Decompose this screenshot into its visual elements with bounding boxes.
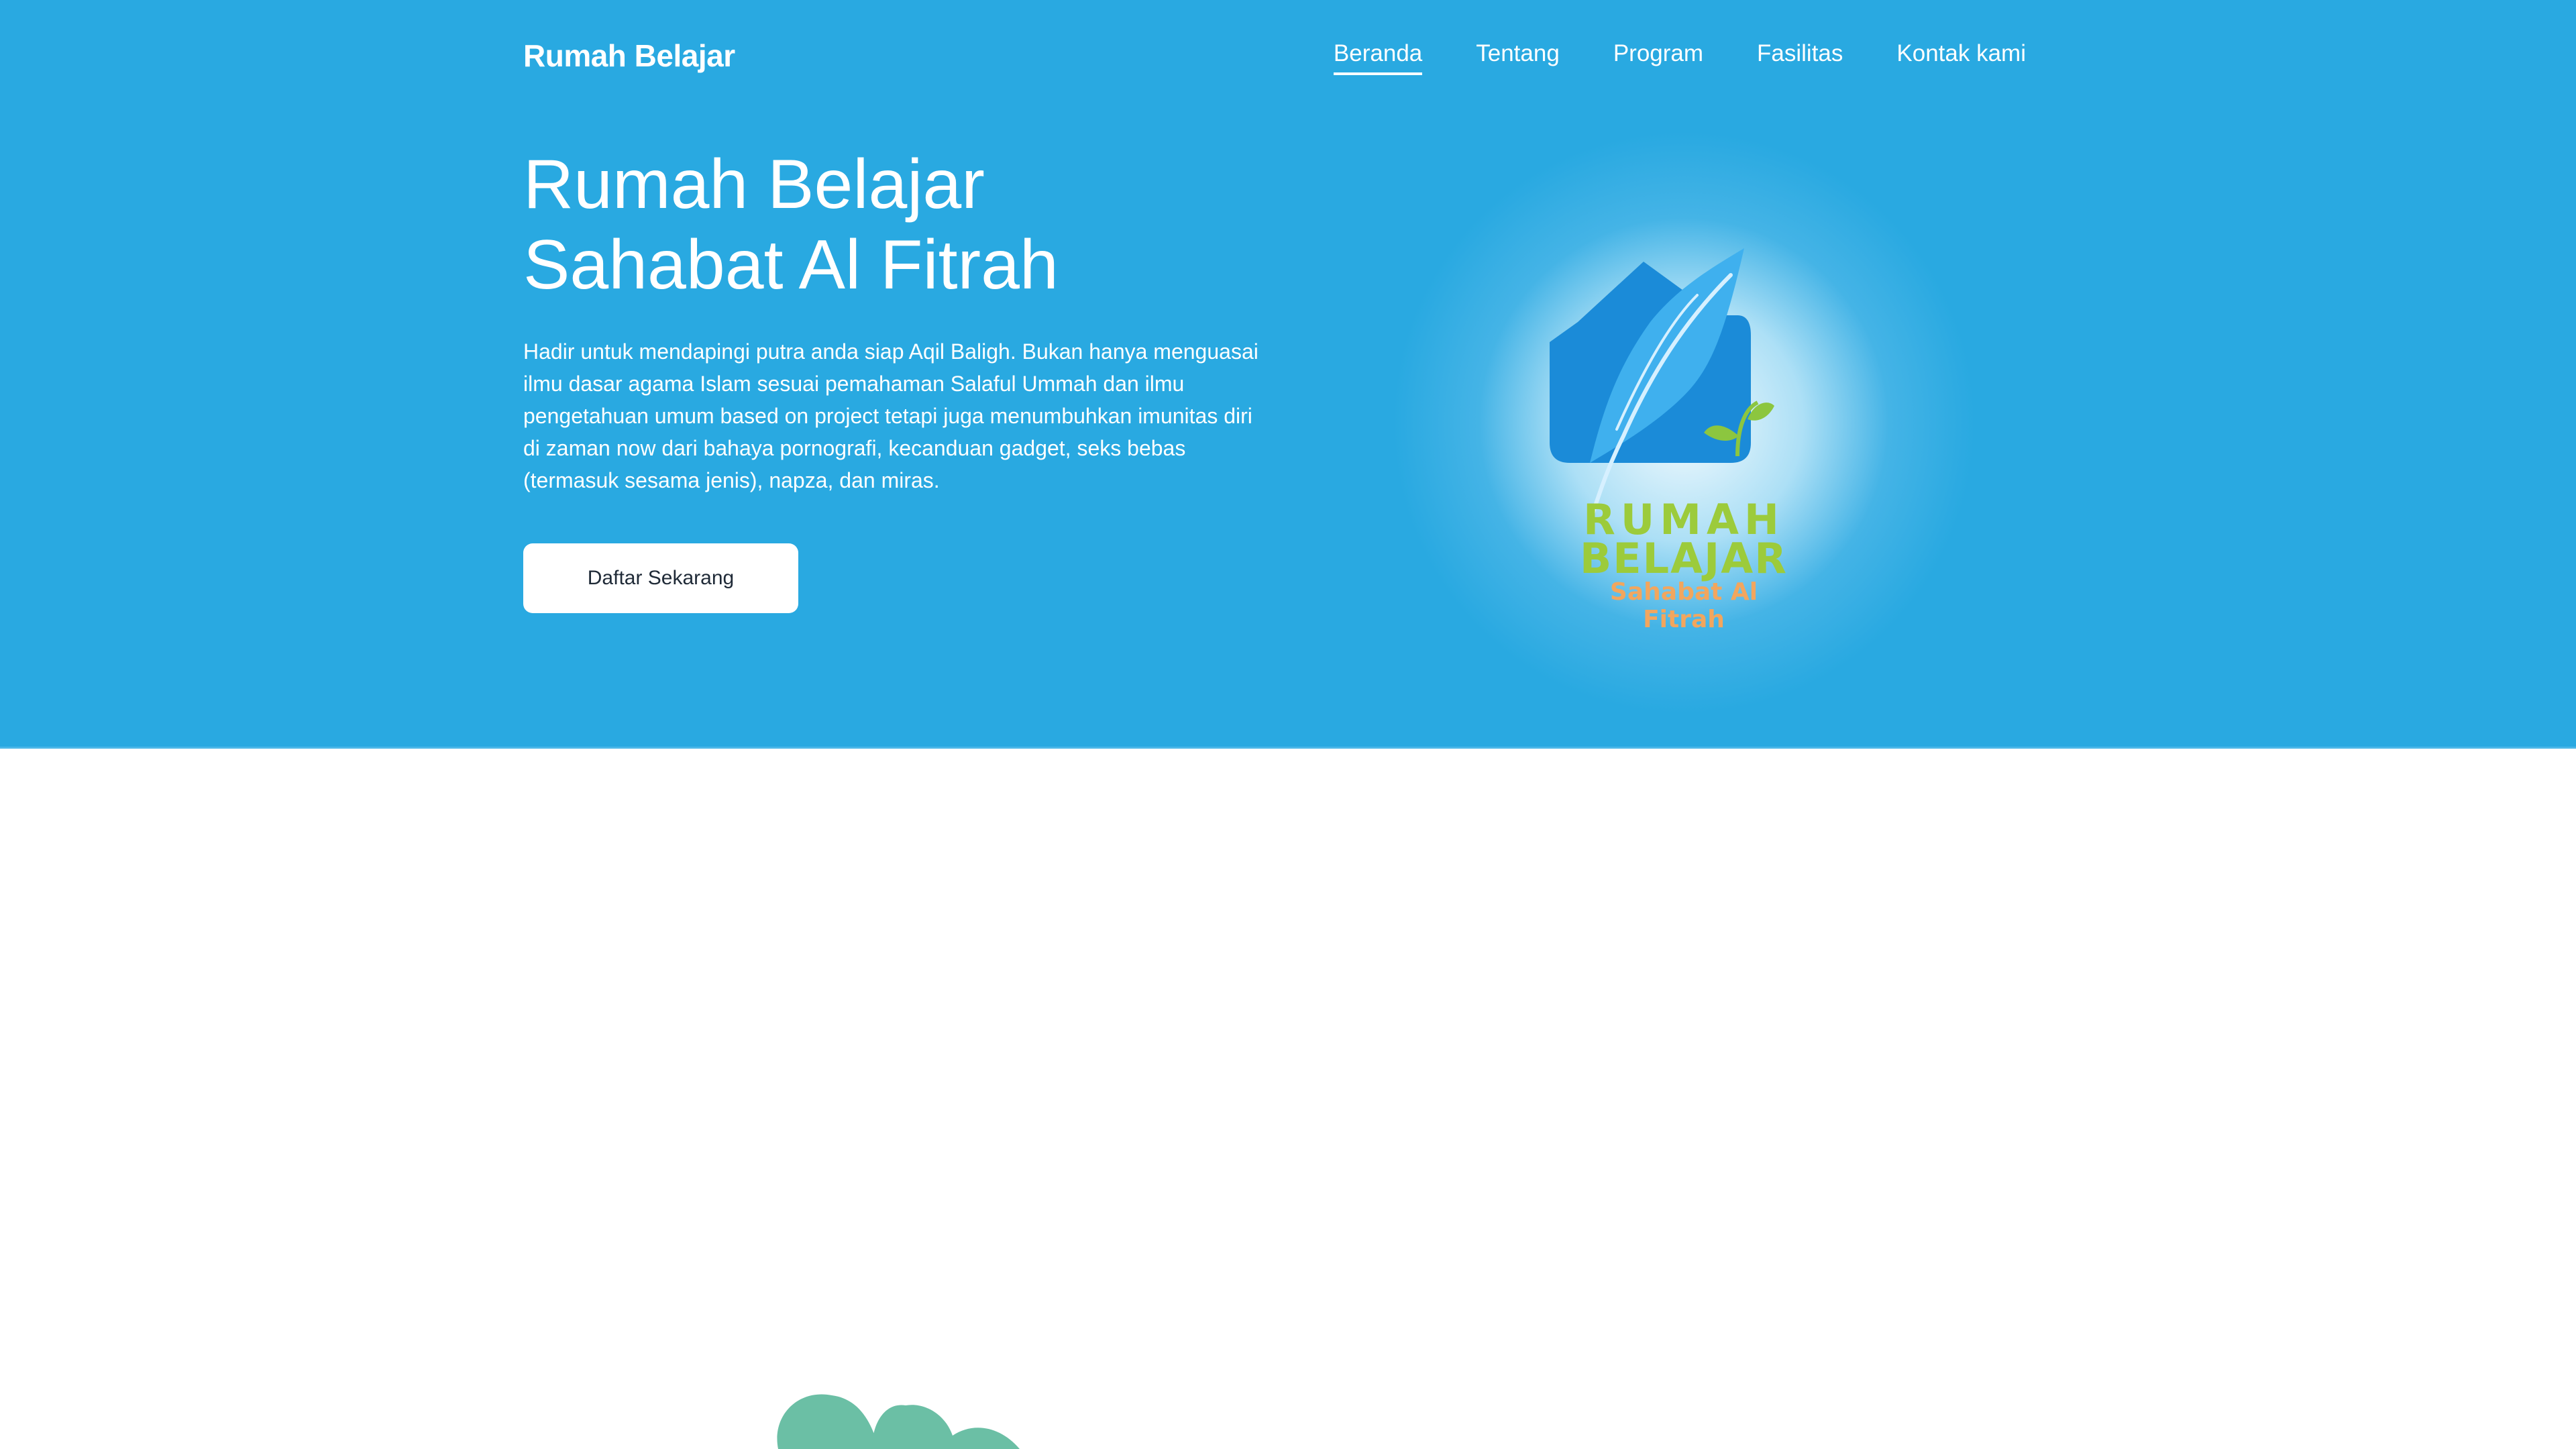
nav-item-beranda[interactable]: Beranda [1333,40,1423,75]
hero-title: Rumah Belajar Sahabat Al Fitrah [523,144,1328,305]
landing-page: Rumah Belajar Beranda Tentang Program Fa… [0,0,2576,1449]
nav-item-tentang[interactable]: Tentang [1476,40,1560,75]
register-button[interactable]: Daftar Sekarang [523,543,798,613]
logo-text-tagline: Sahabat Al Fitrah [1609,578,1758,633]
navbar: Rumah Belajar Beranda Tentang Program Fa… [523,27,2026,87]
brand-logo-text[interactable]: Rumah Belajar [523,38,735,74]
nav-menu: Beranda Tentang Program Fasilitas Kontak… [1333,40,2026,75]
nav-item-kontak[interactable]: Kontak kami [1896,40,2026,75]
hero-description: Hadir untuk mendapingi putra anda siap A… [523,339,1258,492]
leaf-decoration-icon [777,1394,1020,1449]
hero-title-line-1: Rumah Belajar [523,146,985,223]
hero-title-line-2: Sahabat Al Fitrah [523,226,1059,304]
nav-item-program[interactable]: Program [1613,40,1703,75]
nav-item-fasilitas[interactable]: Fasilitas [1757,40,1843,75]
logo-text-belajar: BELAJAR [1580,534,1788,583]
